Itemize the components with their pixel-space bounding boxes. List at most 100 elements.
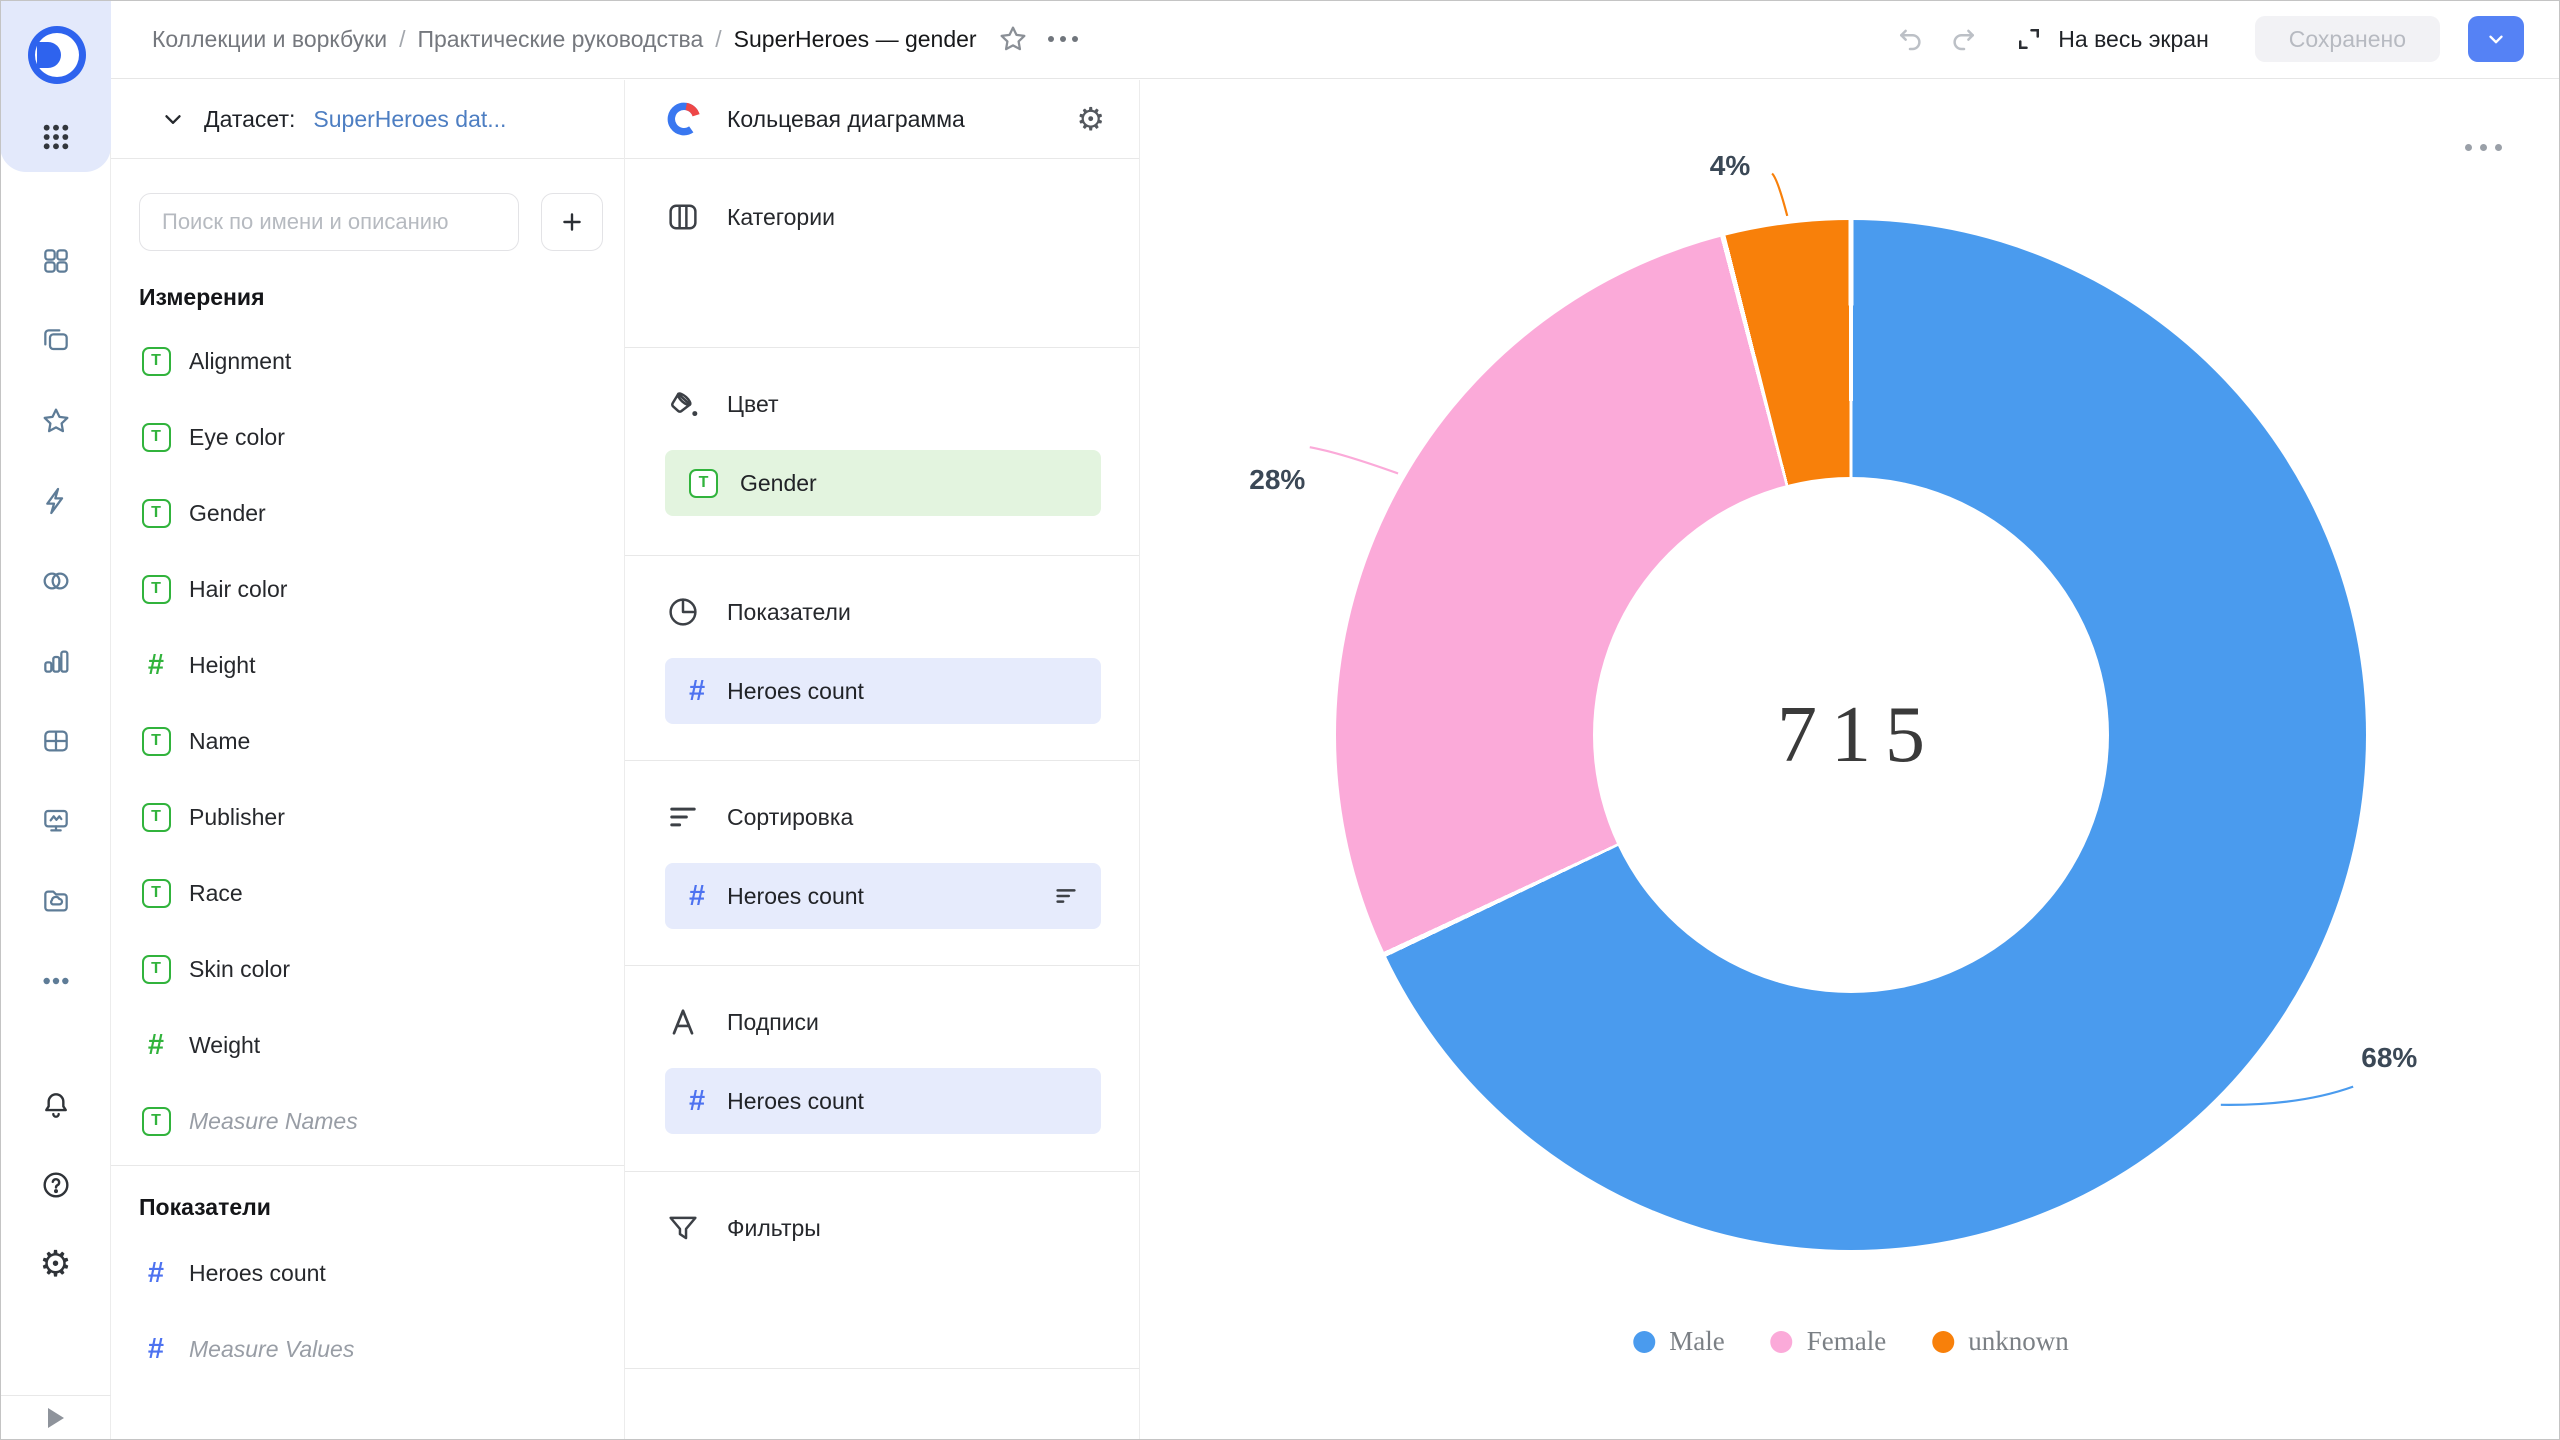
number-field-icon: # <box>148 1259 164 1288</box>
number-field-icon: # <box>148 1031 164 1060</box>
paint-bucket-icon <box>665 386 701 422</box>
help-icon[interactable] <box>22 1145 90 1225</box>
fullscreen-button[interactable]: На весь экран <box>2014 24 2209 54</box>
lightning-icon[interactable] <box>22 461 90 541</box>
rail-bottom-strip <box>0 1395 111 1440</box>
field-chip[interactable]: T Gender <box>665 450 1101 516</box>
breadcrumb-separator: / <box>715 26 721 53</box>
plus-icon <box>559 209 585 235</box>
legend-item[interactable]: Male <box>1633 1326 1724 1357</box>
field-item[interactable]: TGender <box>111 475 624 551</box>
field-label: Alignment <box>189 348 291 375</box>
saved-button[interactable]: Сохранено <box>2255 16 2440 62</box>
donut-chart-type-icon[interactable] <box>665 100 703 138</box>
section-label: Категории <box>727 204 835 231</box>
legend-item[interactable]: unknown <box>1932 1326 2069 1357</box>
field-chip[interactable]: #Heroes count <box>665 658 1101 724</box>
star-icon[interactable] <box>995 21 1031 57</box>
divider <box>111 1165 624 1166</box>
chip-label: Heroes count <box>727 1088 864 1115</box>
field-item[interactable]: # Measure Values <box>111 1311 624 1387</box>
add-field-button[interactable] <box>541 193 603 251</box>
total-value: 715 <box>1763 690 1939 781</box>
string-field-icon: T <box>142 955 171 984</box>
funnel-icon <box>665 1210 701 1246</box>
legend-label: Male <box>1669 1326 1724 1357</box>
left-rail: ⚙ <box>0 0 111 1440</box>
chart-more-icon[interactable] <box>2459 138 2508 157</box>
measures-heading: Показатели <box>139 1194 624 1221</box>
more-icon[interactable] <box>22 941 90 1021</box>
legend-dot <box>1932 1331 1954 1353</box>
breadcrumb-item: SuperHeroes — gender <box>734 26 977 53</box>
save-dropdown-button[interactable] <box>2468 16 2524 62</box>
field-item[interactable]: TPublisher <box>111 779 624 855</box>
pie-icon <box>665 594 701 630</box>
field-item[interactable]: #Weight <box>111 1007 624 1083</box>
section-label: Сортировка <box>727 804 853 831</box>
field-label: Gender <box>189 500 266 527</box>
field-item[interactable]: T Race <box>111 855 624 931</box>
field-item[interactable]: #Heroes count <box>111 1235 624 1311</box>
string-field-icon: T <box>142 879 171 908</box>
donut-chart[interactable]: 715 <box>1336 220 2366 1250</box>
chip-label: Gender <box>740 470 817 497</box>
slice-percent-label: 4% <box>1710 150 1750 182</box>
section-label: Показатели <box>727 599 851 626</box>
dataset-link[interactable]: SuperHeroes dat... <box>313 106 506 133</box>
field-chip[interactable]: #Heroes count <box>665 1068 1101 1134</box>
field-label: Race <box>189 880 243 907</box>
string-field-icon: T <box>689 469 718 498</box>
section-color: Цвет TGender <box>625 348 1139 556</box>
fullscreen-icon <box>2014 24 2044 54</box>
star-icon[interactable] <box>22 381 90 461</box>
section-categories: Категории <box>625 159 1139 348</box>
monitor-icon[interactable] <box>22 781 90 861</box>
expand-icon[interactable] <box>48 1408 64 1428</box>
slice-percent-label: 28% <box>1249 464 1305 496</box>
more-icon[interactable] <box>1045 21 1081 57</box>
sort-desc-icon[interactable] <box>1051 881 1081 911</box>
folders-icon[interactable] <box>22 301 90 381</box>
search-input[interactable] <box>139 193 519 251</box>
string-field-icon: T <box>142 575 171 604</box>
redo-icon[interactable] <box>1946 21 1982 57</box>
breadcrumb-separator: / <box>399 26 405 53</box>
bar-chart-icon[interactable] <box>22 621 90 701</box>
chart-pane: 715 68%28%4% MaleFemaleunknown <box>1141 80 2560 1440</box>
field-item[interactable]: TMeasure Names <box>111 1083 624 1159</box>
field-item[interactable]: TName <box>111 703 624 779</box>
field-label: Height <box>189 652 255 679</box>
measures-list: #Heroes count#Measure Values <box>111 1235 624 1387</box>
field-item[interactable]: TSkin color <box>111 931 624 1007</box>
field-label: Measure Values <box>189 1336 354 1363</box>
field-item[interactable]: # Height <box>111 627 624 703</box>
bell-icon[interactable] <box>22 1065 90 1145</box>
field-chip[interactable]: #Heroes count <box>665 863 1101 929</box>
field-item[interactable]: TAlignment <box>111 323 624 399</box>
string-field-icon: T <box>142 423 171 452</box>
chart-settings-gear-icon[interactable]: ⚙ <box>1076 103 1105 135</box>
field-item[interactable]: TEye color <box>111 399 624 475</box>
datalens-logo[interactable] <box>28 26 86 84</box>
circles-icon[interactable] <box>22 541 90 621</box>
field-item[interactable]: THair color <box>111 551 624 627</box>
legend-item[interactable]: Female <box>1771 1326 1886 1357</box>
breadcrumb-item[interactable]: Коллекции и воркбуки <box>152 26 387 53</box>
chart-type-label[interactable]: Кольцевая диаграмма <box>727 106 1052 133</box>
squares-icon[interactable] <box>22 221 90 301</box>
number-field-icon: # <box>148 1335 164 1364</box>
section-filters: Фильтры <box>625 1172 1139 1369</box>
chevron-down-icon[interactable] <box>160 106 186 132</box>
chip-label: Heroes count <box>727 883 864 910</box>
apps-grid-icon[interactable] <box>0 109 111 165</box>
undo-icon[interactable] <box>1892 21 1928 57</box>
table-icon[interactable] <box>22 701 90 781</box>
settings-icon[interactable]: ⚙ <box>22 1225 90 1305</box>
folder-upload-icon[interactable] <box>22 861 90 941</box>
chart-config-panel: Кольцевая диаграмма ⚙ Категории Цвет TGe… <box>625 80 1140 1440</box>
chart-legend: Male Female unknown <box>1633 1326 2068 1357</box>
breadcrumb-item[interactable]: Практические руководства <box>417 26 703 53</box>
dimensions-heading: Измерения <box>139 284 624 311</box>
number-field-icon: # <box>148 651 164 680</box>
